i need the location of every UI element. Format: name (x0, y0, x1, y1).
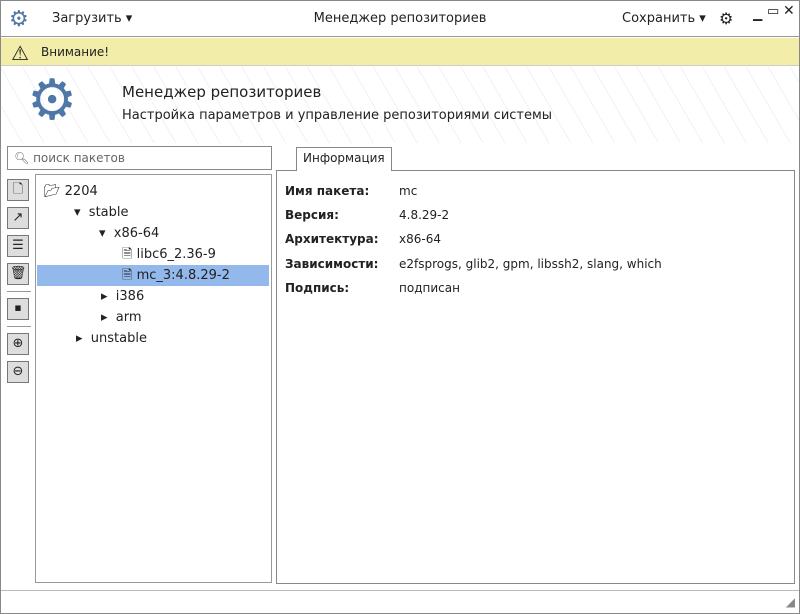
info-row: Архитектура: x86-64 (285, 232, 441, 246)
info-row: Версия: 4.8.29-2 (285, 208, 449, 222)
tree-node-x86-64[interactable]: ▾ x86-64 (99, 223, 159, 244)
search-input[interactable]: 🔍︎ поиск пакетов (7, 146, 272, 170)
add-button[interactable]: ⊕ (7, 333, 29, 355)
info-key: Зависимости: (285, 257, 379, 271)
settings-gear-icon[interactable]: ⚙ (719, 9, 733, 28)
info-value: mc (399, 184, 418, 198)
warning-text: Внимание! (41, 45, 110, 59)
warning-icon: ⚠ (11, 41, 29, 65)
banner-title: Менеджер репозиториев (122, 83, 322, 101)
info-key: Подпись: (285, 281, 350, 295)
folder-open-icon: 📂︎ (44, 184, 61, 199)
load-menu-label: Загрузить (52, 11, 122, 26)
chevron-right-icon: ▸ (101, 310, 108, 325)
stop-button[interactable]: ⏹ (7, 298, 29, 320)
info-value: 4.8.29-2 (399, 208, 450, 222)
info-value: e2fsprogs, glib2, gpm, libssh2, slang, w… (399, 257, 662, 271)
node-label: unstable (90, 331, 147, 346)
node-label: 2204 (64, 184, 98, 199)
toolbar: 🗋 ↗ ☰ 🗑 ⏹ ⊕ ⊖ (7, 179, 31, 389)
info-key: Имя пакета: (285, 184, 370, 198)
resize-grip-icon[interactable]: ◢ (786, 595, 795, 609)
new-file-button[interactable]: 🗋 (7, 179, 29, 201)
chevron-down-icon: ▾ (99, 226, 106, 241)
save-menu[interactable]: Сохранить ▾ (622, 11, 706, 26)
minimize-icon[interactable]: ▁ (753, 7, 762, 21)
delete-trash-button[interactable]: 🗑 (7, 263, 29, 285)
app-gears-icon: ⚙ (9, 7, 29, 32)
node-label: mc_3:4.8.29-2 (136, 268, 230, 283)
info-value: подписан (399, 281, 460, 295)
tree-node-unstable[interactable]: ▸ unstable (76, 328, 147, 349)
open-external-button[interactable]: ↗ (7, 207, 29, 229)
tree-node-arm[interactable]: ▸ arm (101, 307, 142, 328)
file-icon: 🗎 (122, 268, 133, 283)
close-icon[interactable]: ✕ (783, 3, 795, 19)
load-menu[interactable]: Загрузить ▾ (52, 11, 132, 26)
search-icon: 🔍︎ (14, 151, 30, 165)
warning-bar: ⚠ Внимание! (1, 38, 799, 66)
chevron-down-icon: ▾ (74, 205, 81, 220)
search-placeholder: поиск пакетов (33, 151, 125, 165)
node-label: arm (115, 310, 142, 325)
info-row: Зависимости: e2fsprogs, glib2, gpm, libss… (285, 257, 662, 271)
package-tree: 📂︎ 2204 ▾ stable ▾ x86-64 🗎 libc6_2.36-9… (35, 174, 272, 583)
save-menu-label: Сохранить (622, 11, 696, 26)
node-label: libc6_2.36-9 (136, 247, 216, 262)
remove-button[interactable]: ⊖ (7, 361, 29, 383)
status-bar: ◢ (1, 590, 799, 614)
tree-node-i386[interactable]: ▸ i386 (101, 286, 144, 307)
window: ⚙ Загрузить ▾ Менеджер репозиториев Сохр… (0, 0, 800, 614)
node-label: x86-64 (113, 226, 160, 241)
tree-node-mc[interactable]: 🗎 mc_3:4.8.29-2 (122, 265, 230, 286)
tree-node-2204[interactable]: 📂︎ 2204 (44, 181, 98, 202)
tab-information[interactable]: Информация (296, 147, 392, 171)
file-icon: 🗎 (122, 247, 133, 262)
info-row: Имя пакета: mc (285, 184, 417, 198)
banner: ⚙ Менеджер репозиториев Настройка параме… (1, 67, 799, 143)
info-row: Подпись: подписан (285, 281, 460, 295)
banner-gears-icon: ⚙ (27, 68, 78, 133)
tree-node-libc6[interactable]: 🗎 libc6_2.36-9 (122, 244, 216, 265)
tree-node-stable[interactable]: ▾ stable (74, 202, 129, 223)
info-key: Архитектура: (285, 232, 379, 246)
titlebar: ⚙ Загрузить ▾ Менеджер репозиториев Сохр… (1, 1, 799, 37)
banner-subtitle: Настройка параметров и управление репози… (122, 108, 553, 123)
maximize-icon[interactable]: ▭ (767, 4, 779, 19)
node-label: i386 (115, 289, 145, 304)
chevron-right-icon: ▸ (76, 331, 83, 346)
settings-sliders-button[interactable]: ☰ (7, 235, 29, 257)
info-key: Версия: (285, 208, 339, 222)
divider (7, 326, 31, 327)
info-panel: Имя пакета: mc Версия: 4.8.29-2 Архитектур… (276, 170, 795, 584)
chevron-right-icon: ▸ (101, 289, 108, 304)
node-label: stable (88, 205, 129, 220)
divider (7, 291, 31, 292)
info-value: x86-64 (399, 232, 441, 246)
